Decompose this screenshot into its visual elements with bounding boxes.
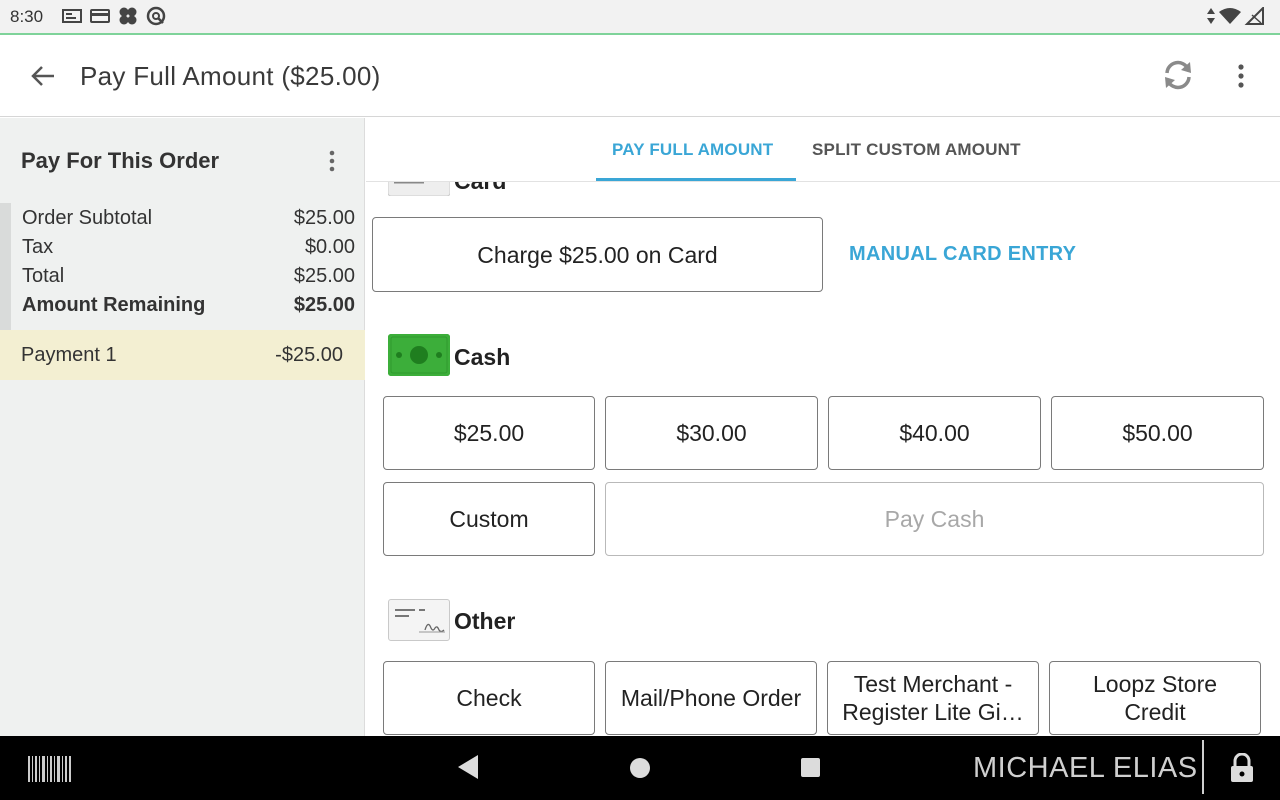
status-left-icons bbox=[62, 6, 166, 26]
wifi-icon bbox=[1219, 8, 1241, 24]
refresh-button[interactable] bbox=[1156, 53, 1200, 97]
clover-icon bbox=[119, 7, 137, 25]
payment-options-panel: PAY FULL AMOUNT SPLIT CUSTOM AMOUNT Card… bbox=[366, 118, 1280, 736]
card-icon bbox=[90, 9, 110, 23]
page-title: Pay Full Amount ($25.00) bbox=[80, 61, 381, 91]
payment-amount: -$25.00 bbox=[275, 344, 343, 366]
card-section-label: Card bbox=[454, 182, 506, 195]
payment-row[interactable]: Payment 1 -$25.00 bbox=[0, 330, 365, 380]
summary-row-subtotal: Order Subtotal $25.00 bbox=[22, 207, 355, 230]
summary-label: Amount Remaining bbox=[22, 294, 206, 316]
notification-icon bbox=[62, 9, 82, 23]
card-section-header: Card bbox=[366, 182, 1280, 222]
app-bar: Pay Full Amount ($25.00) bbox=[0, 35, 1280, 117]
order-panel-title: Pay For This Order bbox=[21, 148, 220, 173]
nav-divider bbox=[1202, 740, 1204, 794]
tab-split-custom-amount[interactable]: SPLIT CUSTOM AMOUNT bbox=[812, 140, 1021, 160]
back-arrow-icon bbox=[31, 66, 54, 86]
order-panel-menu-button[interactable] bbox=[318, 146, 346, 176]
nav-back-icon[interactable] bbox=[456, 754, 480, 780]
tender-store-credit-button[interactable]: Loopz Store Credit bbox=[1049, 661, 1261, 735]
cash-amount-button[interactable]: $40.00 bbox=[828, 396, 1041, 470]
pay-cash-button[interactable]: Pay Cash bbox=[605, 482, 1264, 556]
summary-row-total: Total $25.00 bbox=[22, 265, 355, 288]
summary-label: Total bbox=[22, 265, 65, 287]
summary-value: $25.00 bbox=[293, 265, 355, 287]
tender-gift-card-button[interactable]: Test Merchant - Register Lite Gi… bbox=[827, 661, 1039, 735]
status-time: 8:30 bbox=[10, 7, 44, 26]
summary-label: Order Subtotal bbox=[22, 207, 153, 229]
data-arrows-icon bbox=[1207, 8, 1215, 24]
cash-amount-button[interactable]: $25.00 bbox=[383, 396, 595, 470]
active-tab-indicator bbox=[596, 178, 796, 181]
tender-check-button[interactable]: Check bbox=[383, 661, 595, 735]
summary-value: $25.00 bbox=[293, 207, 355, 229]
cash-section-label: Cash bbox=[454, 344, 511, 370]
summary-label: Tax bbox=[22, 236, 54, 258]
status-right-icons bbox=[1206, 6, 1264, 26]
tab-bar: PAY FULL AMOUNT SPLIT CUSTOM AMOUNT bbox=[366, 118, 1280, 182]
summary-row-tax: Tax $0.00 bbox=[22, 236, 355, 259]
barcode-scanner-icon[interactable] bbox=[28, 756, 72, 782]
nav-recents-icon[interactable] bbox=[801, 758, 820, 777]
summary-value: $0.00 bbox=[304, 236, 355, 258]
lock-icon[interactable] bbox=[1229, 753, 1255, 783]
status-bar: 8:30 bbox=[0, 0, 1280, 33]
order-summary: Order Subtotal $25.00 Tax $0.00 Total $2… bbox=[0, 203, 365, 331]
custom-cash-button[interactable]: Custom bbox=[383, 482, 595, 556]
sync-icon bbox=[146, 6, 166, 26]
employee-name[interactable]: MICHAEL ELIAS bbox=[973, 752, 1198, 785]
summary-value: $25.00 bbox=[293, 294, 355, 316]
cash-amount-button[interactable]: $30.00 bbox=[605, 396, 818, 470]
cash-amount-button[interactable]: $50.00 bbox=[1051, 396, 1264, 470]
system-nav-bar: MICHAEL ELIAS bbox=[0, 736, 1280, 800]
tab-pay-full-amount[interactable]: PAY FULL AMOUNT bbox=[612, 140, 773, 160]
order-panel: Pay For This Order Order Subtotal $25.00… bbox=[0, 118, 365, 736]
refresh-icon bbox=[1165, 60, 1191, 90]
manual-card-entry-link[interactable]: MANUAL CARD ENTRY bbox=[849, 243, 1076, 266]
nav-home-icon[interactable] bbox=[630, 758, 650, 778]
summary-row-remaining: Amount Remaining $25.00 bbox=[22, 294, 355, 317]
signal-icon bbox=[1244, 7, 1264, 25]
cash-icon bbox=[388, 334, 450, 376]
other-section-label: Other bbox=[454, 608, 516, 634]
back-button[interactable] bbox=[24, 57, 62, 95]
card-reader-icon bbox=[388, 182, 450, 196]
more-vert-icon bbox=[329, 150, 335, 172]
overflow-menu-button[interactable] bbox=[1224, 57, 1258, 95]
check-icon bbox=[388, 599, 450, 641]
tender-mail-phone-order-button[interactable]: Mail/Phone Order bbox=[605, 661, 817, 735]
payment-label: Payment 1 bbox=[21, 344, 117, 366]
more-vert-icon bbox=[1238, 64, 1244, 88]
charge-card-button[interactable]: Charge $25.00 on Card bbox=[372, 217, 823, 292]
